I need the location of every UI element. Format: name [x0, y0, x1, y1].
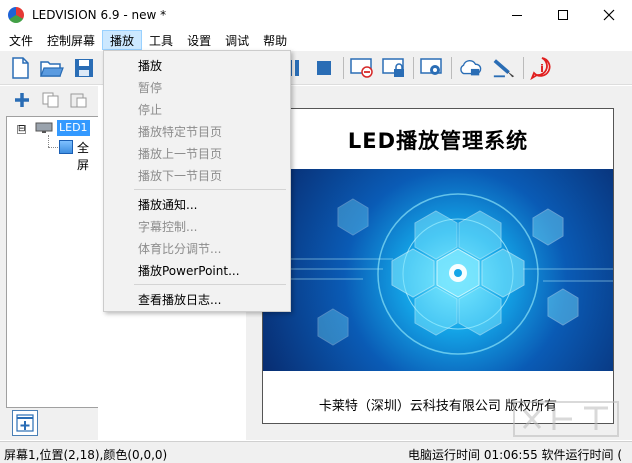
copy-icon — [42, 92, 59, 108]
close-button[interactable] — [586, 0, 632, 30]
menu-item-play-notice[interactable]: 播放通知... — [138, 196, 197, 213]
stop-icon — [317, 61, 331, 75]
led-preview: LED播放管理系统 卡莱特（深圳）云科技有限公司 版权所有 — [262, 108, 614, 424]
screen-settings-button[interactable] — [420, 56, 444, 80]
lock-screen-icon — [382, 58, 404, 77]
menu-separator — [134, 189, 286, 190]
program-panel: ⊟ LED1 全屏 — [0, 86, 98, 440]
open-button[interactable] — [40, 56, 64, 80]
status-bar: 屏幕1,位置(2,18),颜色(0,0,0) 电脑运行时间 01:06:55 软… — [0, 441, 632, 463]
menu-separator — [134, 284, 286, 285]
menu-item-play-powerpoint[interactable]: 播放PowerPoint... — [138, 262, 240, 279]
main-toolbar: i — [0, 51, 632, 85]
paste-button[interactable] — [70, 92, 88, 111]
new-file-button[interactable] — [8, 56, 32, 80]
window-title: LEDVISION 6.9 - new * — [32, 8, 167, 22]
toolbar-separator — [413, 57, 414, 79]
toolbar-separator — [523, 57, 524, 79]
menu-item-subtitle-control[interactable]: 字幕控制... — [138, 218, 197, 235]
menu-file[interactable]: 文件 — [2, 30, 40, 50]
menu-debug[interactable]: 调试 — [218, 30, 256, 50]
tree-node-led1[interactable]: LED1 — [57, 120, 90, 136]
info-icon: i — [530, 57, 551, 80]
menu-item-play[interactable]: 播放 — [138, 57, 162, 74]
cloud-icon — [460, 59, 482, 76]
program-toolbar — [0, 86, 98, 114]
tree-node-fullscreen[interactable]: 全屏 — [77, 139, 98, 173]
save-button[interactable] — [72, 56, 96, 80]
menu-item-view-play-log[interactable]: 查看播放日志... — [138, 291, 221, 308]
fullscreen-window-icon — [59, 140, 73, 154]
minimize-icon — [512, 14, 522, 16]
app-logo-icon — [8, 7, 24, 23]
program-tree: ⊟ LED1 全屏 — [6, 116, 98, 408]
minimize-button[interactable] — [494, 0, 540, 30]
stop-button[interactable] — [312, 56, 336, 80]
maximize-icon — [558, 10, 568, 20]
hexagon-tech-image — [263, 169, 613, 371]
add-program-button[interactable] — [12, 410, 38, 436]
brush-icon — [493, 59, 515, 78]
menu-item-stop[interactable]: 停止 — [138, 101, 162, 118]
status-position: 屏幕1,位置(2,18),颜色(0,0,0) — [4, 448, 168, 462]
maximize-button[interactable] — [540, 0, 586, 30]
open-folder-icon — [40, 61, 64, 77]
menu-settings[interactable]: 设置 — [180, 30, 218, 50]
screen-off-icon — [350, 58, 373, 78]
info-button[interactable]: i — [530, 56, 554, 80]
site-watermark-logo — [513, 401, 619, 437]
title-bar: LEDVISION 6.9 - new * — [0, 0, 632, 30]
menu-item-sports-score[interactable]: 体育比分调节... — [138, 240, 221, 257]
menu-item-play-next-page[interactable]: 播放下一节目页 — [138, 167, 222, 184]
menu-item-play-previous-page[interactable]: 播放上一节目页 — [138, 145, 222, 162]
toolbar-separator — [343, 57, 344, 79]
new-file-icon — [12, 57, 29, 79]
hexagon-pattern-icon — [263, 193, 613, 355]
tree-collapse-toggle[interactable]: ⊟ — [17, 125, 26, 134]
add-icon — [15, 93, 29, 107]
status-runtime: 电脑运行时间 01:06:55 软件运行时间 ( — [408, 448, 623, 462]
screen-off-button[interactable] — [350, 56, 374, 80]
cloud-button[interactable] — [458, 56, 482, 80]
save-icon — [75, 59, 93, 77]
svg-text:i: i — [540, 62, 544, 75]
settings-screen-icon — [420, 58, 442, 75]
menu-help[interactable]: 帮助 — [256, 30, 294, 50]
toolbar-separator — [451, 57, 452, 79]
add-program-icon — [16, 414, 34, 432]
play-menu-dropdown: 播放 暂停 停止 播放特定节目页 播放上一节目页 播放下一节目页 播放通知...… — [103, 50, 291, 312]
menu-play[interactable]: 播放 — [102, 30, 143, 50]
copy-button[interactable] — [42, 92, 60, 111]
tree-connector — [48, 135, 49, 147]
lock-screen-button[interactable] — [382, 56, 406, 80]
menu-bar: 文件 控制屏幕 播放 工具 设置 调试 帮助 — [0, 30, 632, 50]
preview-title: LED播放管理系统 — [347, 129, 529, 153]
led-screen-icon — [35, 122, 53, 133]
paste-icon — [70, 93, 87, 108]
menu-control-screen[interactable]: 控制屏幕 — [40, 30, 102, 50]
tree-connector — [48, 147, 58, 148]
close-icon — [603, 9, 615, 21]
menu-item-play-specific-page[interactable]: 播放特定节目页 — [138, 123, 222, 140]
add-button[interactable] — [14, 92, 30, 111]
brush-button[interactable] — [492, 56, 516, 80]
menu-item-pause[interactable]: 暂停 — [138, 79, 162, 96]
menu-tools[interactable]: 工具 — [142, 30, 180, 50]
